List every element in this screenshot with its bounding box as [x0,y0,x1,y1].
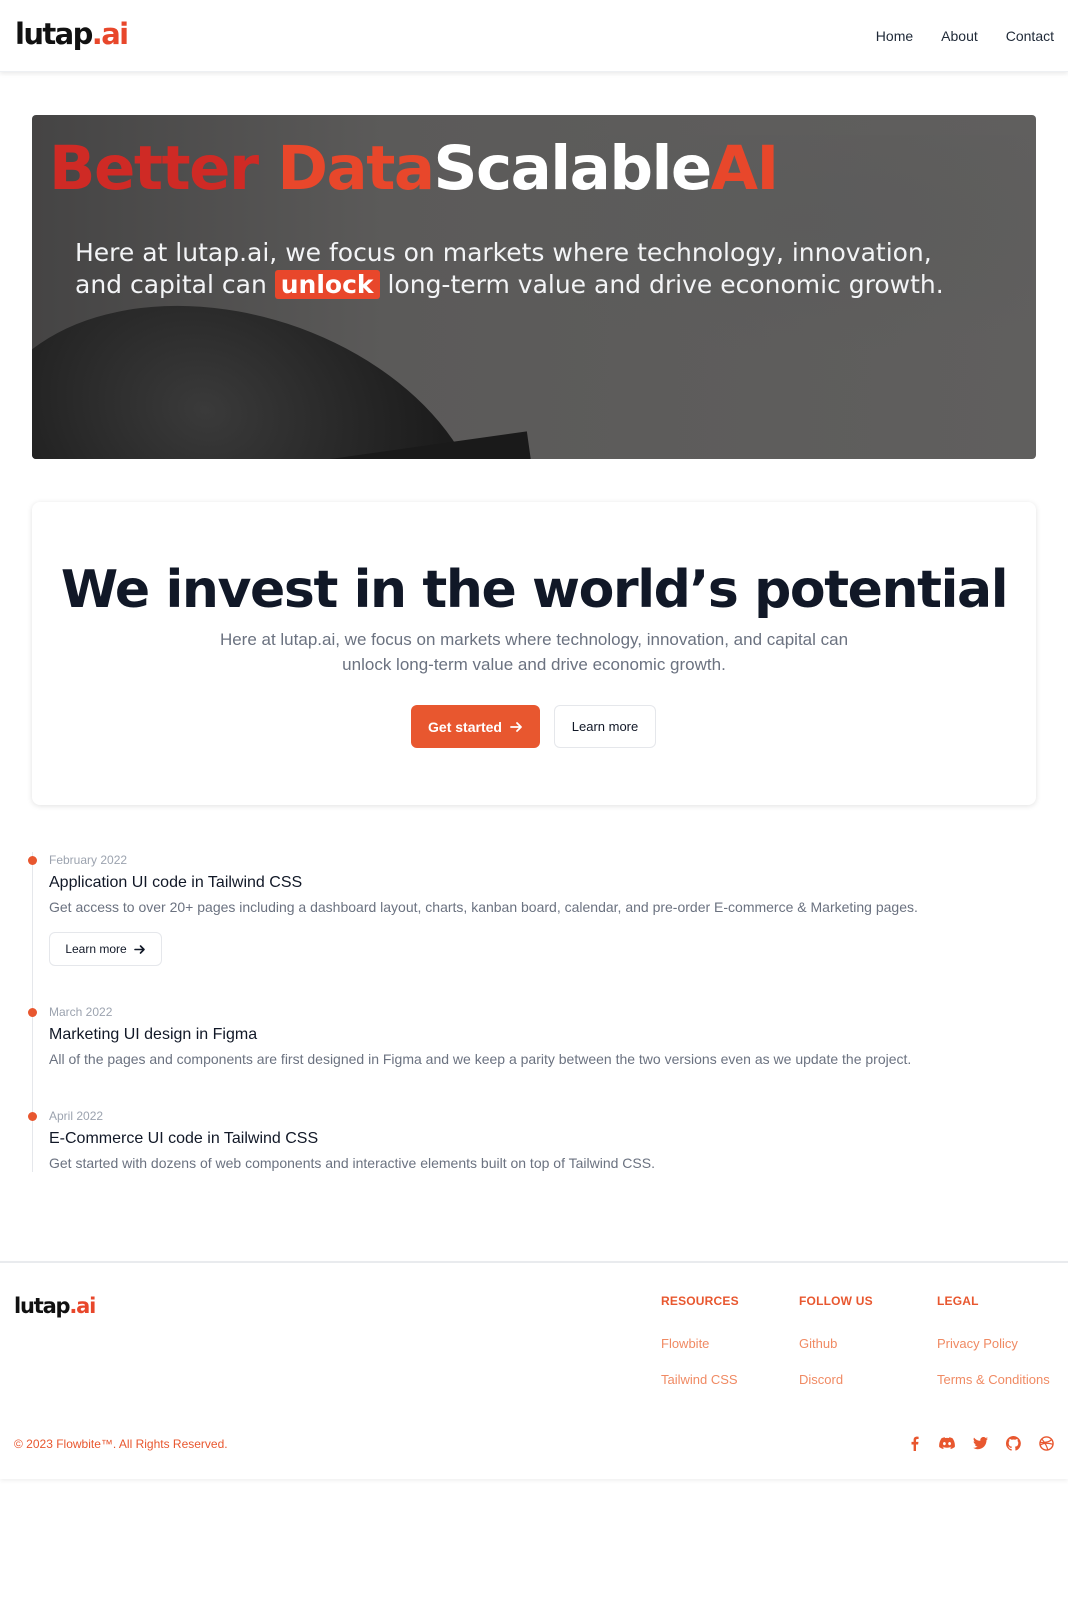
logo-main: lutap [15,17,93,51]
footer-link-terms[interactable]: Terms & Conditions [937,1371,1050,1389]
footer-logo[interactable]: lutap.ai [14,1291,96,1321]
facebook-icon[interactable] [906,1434,922,1452]
timeline-title: E-Commerce UI code in Tailwind CSS [49,1130,319,1147]
footer-logo-accent: .ai [69,1294,96,1318]
footer-link-privacy[interactable]: Privacy Policy [937,1335,1050,1353]
timeline-date: February 2022 [49,853,128,867]
learn-more-button[interactable]: Learn more [554,705,656,748]
hero-banner: Better DataScalableAI Here at lutap.ai, … [32,115,1036,459]
dribbble-icon[interactable] [1038,1434,1054,1452]
timeline-title: Marketing UI design in Figma [49,1026,258,1043]
invest-description: Here at lutap.ai, we focus on markets wh… [219,630,849,674]
nav-about-link[interactable]: About [941,26,978,46]
timeline-description: Get started with dozens of web component… [49,1155,655,1171]
timeline-learn-more-button[interactable]: Learn more [49,932,162,966]
timeline-dot [28,1112,37,1121]
nav-links: Home About Contact [876,26,1054,46]
footer-link-flowbite[interactable]: Flowbite [661,1335,739,1353]
hero-title: Better DataScalableAI [49,133,779,205]
hero-text-highlight: unlock [274,270,380,299]
learn-more-label: Learn more [571,719,639,734]
hero-title-data: Data [277,133,435,204]
footer: lutap.ai RESOURCES Flowbite Tailwind CSS… [0,1261,1068,1479]
hero-title-better: Better [49,133,278,204]
invest-heading: We invest in the world’s potential [60,560,1009,620]
footer-column-follow-us: FOLLOW US Github Discord [799,1293,873,1389]
hero-title-ai: AI [710,133,779,204]
footer-column-legal: LEGAL Privacy Policy Terms & Conditions [937,1293,1050,1389]
timeline-learn-more-label: Learn more [65,942,127,956]
footer-logo-main: lutap [14,1294,71,1318]
logo[interactable]: lutap.ai [15,14,129,54]
logo-accent: .ai [91,17,129,51]
invest-card: We invest in the world’s potential Here … [32,502,1036,805]
nav-contact-link[interactable]: Contact [1006,26,1054,46]
get-started-label: Get started [428,718,502,735]
footer-column-resources: RESOURCES Flowbite Tailwind CSS [661,1293,739,1389]
footer-link-github[interactable]: Github [799,1335,873,1353]
hero-text-after: long-term value and drive economic growt… [379,270,944,299]
hero-text: Here at lutap.ai, we focus on markets wh… [75,237,955,301]
timeline-date: March 2022 [49,1005,113,1019]
footer-copyright: © 2023 Flowbite™. All Rights Reserved. [14,1437,228,1451]
nav-home-link[interactable]: Home [876,26,913,46]
timeline-date: April 2022 [49,1109,104,1123]
github-icon[interactable] [1005,1434,1021,1452]
get-started-button[interactable]: Get started [411,705,540,748]
arrow-right-icon [133,944,146,955]
timeline-title: Application UI code in Tailwind CSS [49,874,303,891]
footer-social-icons [906,1434,1054,1452]
timeline-description: All of the pages and components are firs… [49,1051,912,1067]
footer-link-tailwind[interactable]: Tailwind CSS [661,1371,739,1389]
arrow-right-icon [510,721,523,733]
footer-column-heading: RESOURCES [661,1294,739,1308]
twitter-icon[interactable] [972,1434,988,1452]
footer-link-discord[interactable]: Discord [799,1371,873,1389]
footer-column-heading: LEGAL [937,1294,979,1308]
navbar: lutap.ai Home About Contact [0,0,1068,72]
timeline-dot [28,856,37,865]
timeline-description: Get access to over 20+ pages including a… [49,899,918,915]
discord-icon[interactable] [939,1434,955,1452]
timeline: February 2022 Application UI code in Tai… [28,852,1036,1172]
hero-title-scalable: Scalable [433,133,713,204]
footer-column-heading: FOLLOW US [799,1294,873,1308]
timeline-dot [28,1008,37,1017]
